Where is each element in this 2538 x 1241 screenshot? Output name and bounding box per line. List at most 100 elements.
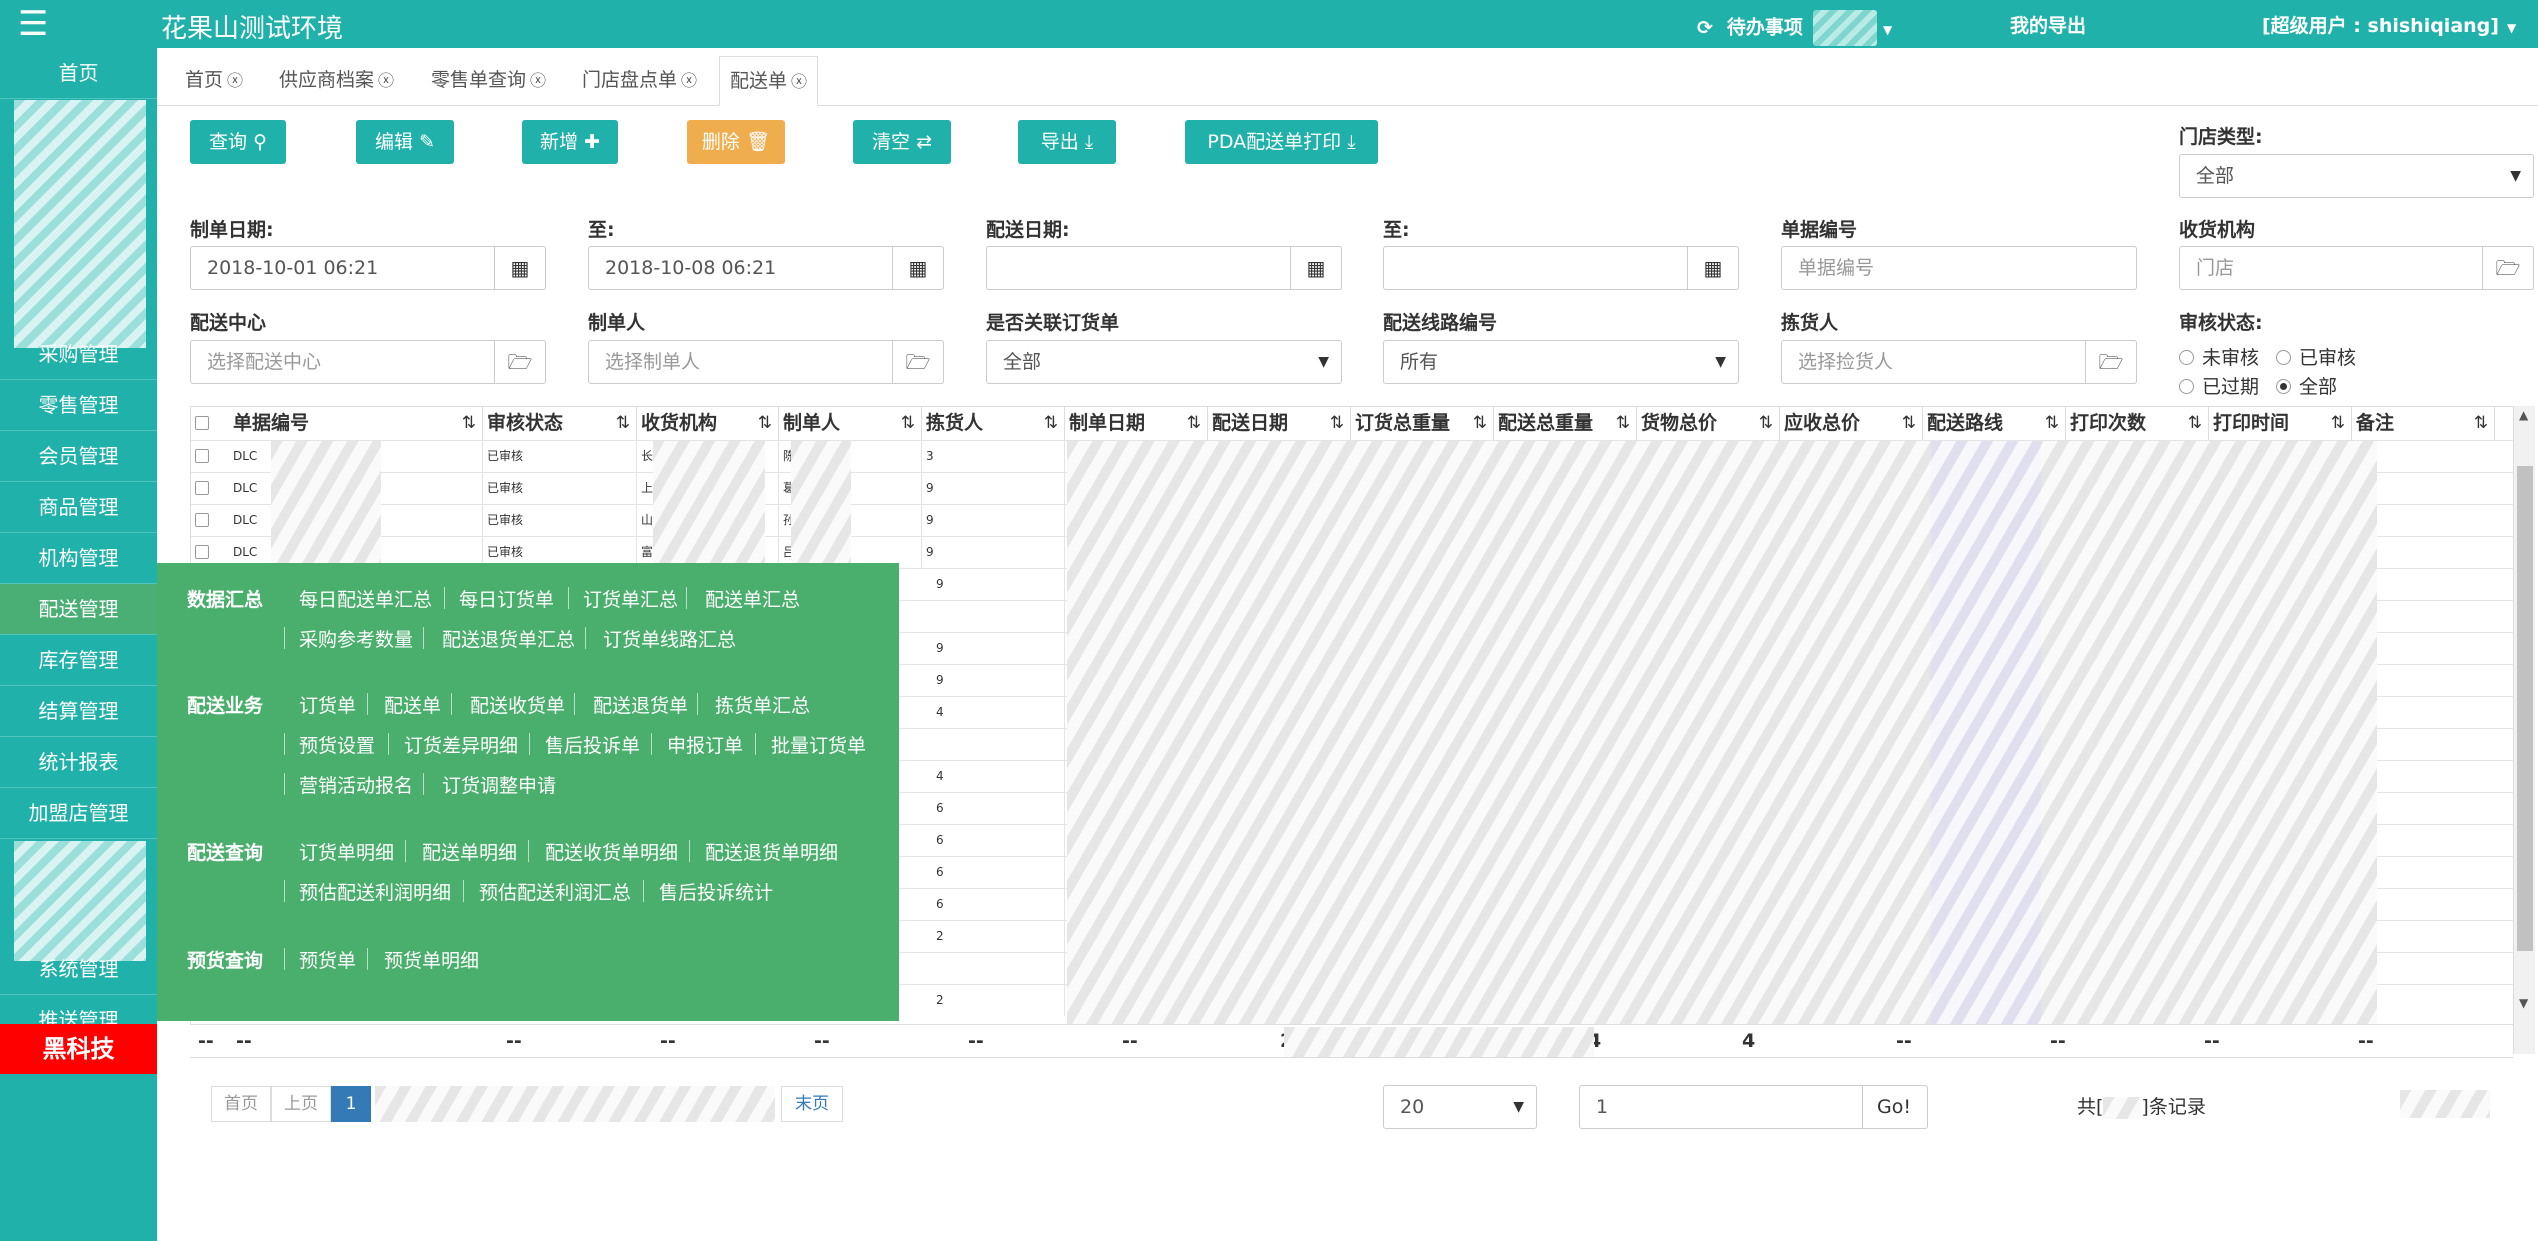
sidebar-item-goods[interactable]: 商品管理 — [0, 482, 157, 533]
sidebar-item-franchise[interactable]: 加盟店管理 — [0, 788, 157, 839]
folder-open-icon[interactable]: 🗁 — [494, 340, 546, 384]
sidebar-item-org[interactable]: 机构管理 — [0, 533, 157, 584]
sort-icon[interactable]: ⇅ — [2331, 407, 2345, 440]
export-button[interactable]: 导出 ⤓ — [1018, 120, 1116, 164]
submenu-item[interactable]: 订货调整申请 — [442, 771, 556, 798]
scrollbar-thumb[interactable] — [2517, 466, 2533, 951]
sidebar-item-stock[interactable]: 库存管理 — [0, 635, 157, 686]
doc-no-input[interactable]: 单据编号 — [1781, 246, 2137, 290]
calendar-icon[interactable]: ▦ — [494, 246, 546, 290]
tab-retail-query[interactable]: 零售单查询 ⓧ — [421, 56, 556, 106]
creator-input[interactable]: 选择制单人 🗁 — [588, 340, 944, 384]
user-menu[interactable]: [超级用户 : shishiqiang] ▼ — [2262, 11, 2516, 38]
sidebar-item-retail[interactable]: 零售管理 — [0, 380, 157, 431]
column-header[interactable]: 打印时间 ⇅ — [2209, 407, 2352, 440]
clear-button[interactable]: 清空 ⇄ — [853, 120, 951, 164]
submenu-item[interactable]: 订货单 — [299, 691, 356, 718]
column-header[interactable]: 配送总重量 ⇅ — [1494, 407, 1637, 440]
close-icon[interactable]: ⓧ — [530, 71, 546, 90]
page-size-select[interactable]: 20 ▼ — [1383, 1085, 1537, 1129]
store-type-select[interactable]: 全部 ▼ — [2179, 154, 2534, 198]
submenu-item[interactable]: 预货单 — [299, 946, 356, 973]
deliver-date-to-input[interactable]: ▦ — [1383, 246, 1739, 290]
sort-icon[interactable]: ⇅ — [2188, 407, 2202, 440]
row-checkbox[interactable] — [195, 513, 209, 527]
row-checkbox[interactable] — [195, 481, 209, 495]
folder-open-icon[interactable]: 🗁 — [2085, 340, 2137, 384]
submenu-item[interactable]: 配送收货单 — [470, 691, 565, 718]
arrow-up-icon[interactable]: ▲ — [2519, 408, 2528, 422]
pda-print-button[interactable]: PDA配送单打印 ⤓ — [1185, 120, 1378, 164]
radio-unaudited[interactable]: 未审核 — [2179, 343, 2259, 370]
submenu-item[interactable]: 配送退货单汇总 — [442, 625, 575, 652]
sort-icon[interactable]: ⇅ — [616, 407, 630, 440]
submenu-item[interactable]: 预估配送利润汇总 — [479, 878, 631, 905]
submenu-item[interactable]: 配送退货单 — [593, 691, 688, 718]
sidebar-item-member[interactable]: 会员管理 — [0, 431, 157, 482]
page-current-button[interactable]: 1 — [331, 1086, 371, 1122]
tab-supplier[interactable]: 供应商档案 ⓧ — [269, 56, 404, 106]
sort-icon[interactable]: ⇅ — [1330, 407, 1344, 440]
row-checkbox[interactable] — [195, 449, 209, 463]
deliver-date-from-input[interactable]: ▦ — [986, 246, 1342, 290]
submenu-item[interactable]: 申报订单 — [667, 731, 743, 758]
refresh-icon[interactable]: ⟳ — [1697, 17, 1713, 39]
submenu-item[interactable]: 配送单 — [384, 691, 441, 718]
column-header[interactable]: 单据编号 ⇅ — [229, 407, 483, 440]
submenu-item[interactable]: 订货差异明细 — [404, 731, 518, 758]
sort-icon[interactable]: ⇅ — [1902, 407, 1916, 440]
submenu-item[interactable]: 配送收货单明细 — [545, 838, 678, 865]
column-header[interactable]: 备注 ⇅ — [2352, 407, 2495, 440]
submenu-item[interactable]: 订货单线路汇总 — [603, 625, 736, 652]
column-header[interactable]: 配送日期 ⇅ — [1208, 407, 1351, 440]
go-button[interactable]: Go! — [1862, 1085, 1928, 1129]
calendar-icon[interactable]: ▦ — [892, 246, 944, 290]
sidebar-item-purchase[interactable]: 采购管理 — [0, 329, 157, 380]
grid-scrollbar[interactable]: ▲ ▼ — [2513, 406, 2535, 1054]
sort-icon[interactable]: ⇅ — [1759, 407, 1773, 440]
edit-button[interactable]: 编辑 ✎ — [356, 120, 454, 164]
delete-button[interactable]: 删除 🗑 — [687, 120, 785, 164]
column-header[interactable]: 审核状态 ⇅ — [483, 407, 637, 440]
column-header[interactable]: 制单人 ⇅ — [779, 407, 922, 440]
goto-page-input[interactable]: 1 — [1579, 1085, 1864, 1129]
sort-icon[interactable]: ⇅ — [462, 407, 476, 440]
create-date-to-input[interactable]: 2018-10-08 06:21 ▦ — [588, 246, 944, 290]
column-header[interactable]: 应收总价 ⇅ — [1780, 407, 1923, 440]
sort-icon[interactable]: ⇅ — [1187, 407, 1201, 440]
column-header[interactable]: 收货机构 ⇅ — [637, 407, 779, 440]
column-header[interactable]: 配送路线 ⇅ — [1923, 407, 2066, 440]
select-all-checkbox[interactable] — [195, 416, 209, 430]
sort-icon[interactable]: ⇅ — [1044, 407, 1058, 440]
row-checkbox[interactable] — [195, 545, 209, 559]
sidebar-item-reports[interactable]: 统计报表 — [0, 737, 157, 788]
submenu-item[interactable]: 售后投诉统计 — [659, 878, 773, 905]
folder-open-icon[interactable]: 🗁 — [2482, 246, 2534, 290]
close-icon[interactable]: ⓧ — [681, 71, 697, 90]
page-last-button[interactable]: 末页 — [781, 1086, 843, 1122]
arrow-down-icon[interactable]: ▼ — [2519, 996, 2528, 1010]
close-icon[interactable]: ⓧ — [791, 72, 807, 91]
radio-expired[interactable]: 已过期 — [2179, 372, 2259, 399]
radio-audited[interactable]: 已审核 — [2276, 343, 2356, 370]
picker-input[interactable]: 选择捡货人 🗁 — [1781, 340, 2137, 384]
tab-home[interactable]: 首页 ⓧ — [175, 56, 253, 106]
add-button[interactable]: 新增 ✚ — [522, 120, 618, 164]
column-header[interactable]: 货物总价 ⇅ — [1637, 407, 1780, 440]
submenu-item[interactable]: 预货设置 — [299, 731, 375, 758]
radio-all[interactable]: 全部 — [2276, 372, 2337, 399]
sort-icon[interactable]: ⇅ — [1473, 407, 1487, 440]
column-header[interactable]: 打印次数 ⇅ — [2066, 407, 2209, 440]
submenu-item[interactable]: 预货单明细 — [384, 946, 479, 973]
submenu-item[interactable]: 配送退货单明细 — [705, 838, 838, 865]
sidebar-item-settlement[interactable]: 结算管理 — [0, 686, 157, 737]
submenu-item[interactable]: 拣货单汇总 — [715, 691, 810, 718]
query-button[interactable]: 查询 ⚲ — [190, 120, 286, 164]
submenu-item[interactable]: 营销活动报名 — [299, 771, 413, 798]
close-icon[interactable]: ⓧ — [378, 71, 394, 90]
submenu-item[interactable]: 配送单汇总 — [705, 585, 800, 612]
submenu-item[interactable]: 采购参考数量 — [299, 625, 413, 652]
my-export-link[interactable]: 我的导出 — [2010, 11, 2086, 38]
sidebar-item-delivery[interactable]: 配送管理 — [0, 584, 157, 635]
todo-menu[interactable]: ⟳ 待办事项 ▼ — [1697, 10, 1892, 46]
